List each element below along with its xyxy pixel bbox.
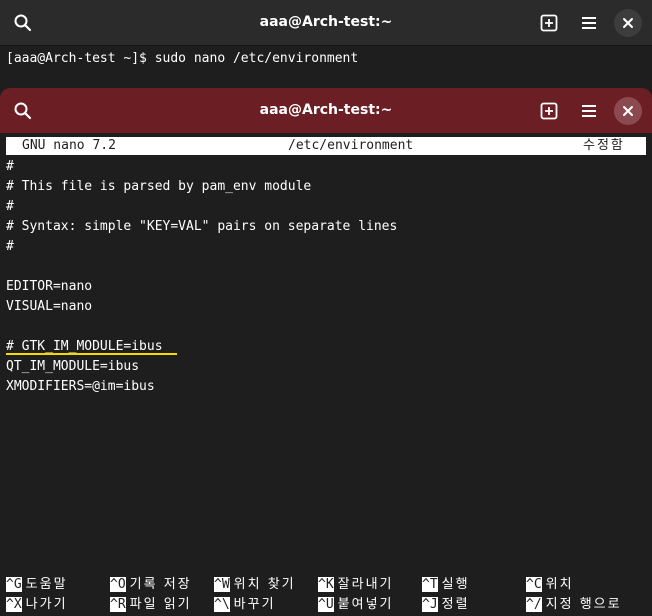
shortcut-help[interactable]: ^G 도움말 — [6, 575, 68, 595]
editor-line: # — [6, 239, 14, 254]
shortcut-key: ^W — [214, 577, 230, 592]
front-terminal-window: aaa@Arch-test:~ GNU nano 7.2 /etc/enviro… — [0, 88, 652, 616]
new-tab-button[interactable] — [534, 8, 564, 38]
hamburger-menu-icon — [582, 105, 596, 117]
editor-line: # Syntax: simple "KEY=VAL" pairs on sepa… — [6, 219, 398, 234]
shortcut-where-is[interactable]: ^W 위치 찾기 — [214, 575, 296, 595]
back-terminal-window: aaa@Arch-test:~ [aaa@Arch-test ~]$ sudo … — [0, 0, 652, 88]
editor-line: XMODIFIERS=@im=ibus — [6, 379, 155, 394]
close-icon — [623, 18, 633, 28]
shortcut-exit[interactable]: ^X 나가기 — [6, 595, 68, 615]
editor-line: QT_IM_MODULE=ibus — [6, 359, 140, 374]
shortcut-key: ^U — [318, 597, 334, 612]
shortcut-execute[interactable]: ^T 실행 — [422, 575, 470, 595]
shortcut-label: 정렬 — [441, 597, 470, 612]
shortcut-label: 위치 찾기 — [233, 577, 296, 592]
close-icon — [623, 106, 633, 116]
menu-button[interactable] — [574, 96, 604, 126]
new-tab-button[interactable] — [534, 96, 564, 126]
shortcut-label: 붙여넣기 — [337, 597, 394, 612]
shortcut-go-to-line[interactable]: ^/지정 행으로 — [526, 595, 622, 615]
shortcut-location[interactable]: ^C 위치 — [526, 575, 574, 595]
editor-content[interactable]: # # This file is parsed by pam_env modul… — [6, 157, 646, 397]
shortcut-read-file[interactable]: ^R 파일 읽기 — [110, 595, 192, 615]
shortcut-key: ^/ — [526, 597, 542, 612]
editor-line: EDITOR=nano — [6, 279, 93, 294]
shortcut-key: ^J — [422, 597, 438, 612]
shortcut-key: ^X — [6, 597, 22, 612]
editor-line: # — [6, 159, 14, 174]
new-tab-icon — [540, 102, 558, 120]
command-line: [aaa@Arch-test ~]$ sudo nano /etc/enviro… — [6, 51, 359, 66]
nano-modified-status: 수정함 — [583, 138, 625, 153]
shortcut-label: 지정 행으로 — [545, 597, 622, 612]
editor-line: # — [6, 199, 14, 214]
hamburger-menu-icon — [582, 17, 596, 29]
editor-line: # This file is parsed by pam_env module — [6, 179, 312, 194]
shortcut-label: 잘라내기 — [337, 577, 394, 592]
shortcut-key: ^G — [6, 577, 22, 592]
shortcut-label: 실행 — [441, 577, 470, 592]
shortcut-label: 도움말 — [25, 577, 68, 592]
shortcut-replace[interactable]: ^\ 바꾸기 — [214, 595, 276, 615]
shortcut-label: 바꾸기 — [233, 597, 276, 612]
shortcut-key: ^\ — [214, 597, 230, 612]
front-headerbar: aaa@Arch-test:~ — [0, 88, 652, 133]
shortcut-key: ^O — [110, 577, 126, 592]
editor-line: VISUAL=nano — [6, 299, 93, 314]
shortcut-justify[interactable]: ^J 정렬 — [422, 595, 470, 615]
shortcut-label: 기록 저장 — [129, 577, 192, 592]
shortcut-cut[interactable]: ^K 잘라내기 — [318, 575, 394, 595]
shortcut-paste[interactable]: ^U 붙여넣기 — [318, 595, 394, 615]
shortcut-key: ^K — [318, 577, 334, 592]
nano-title-bar: GNU nano 7.2 /etc/environment 수정함 — [6, 137, 646, 155]
menu-button[interactable] — [574, 8, 604, 38]
nano-shortcut-bar: ^G 도움말 ^O 기록 저장 ^W 위치 찾기 ^K 잘라내기 ^T 실행 ^C 위치 ^… — [6, 575, 652, 615]
nano-filename: /etc/environment — [288, 138, 414, 153]
shortcut-key: ^R — [110, 597, 126, 612]
highlight-underline — [6, 353, 177, 355]
shortcut-write-out[interactable]: ^O 기록 저장 — [110, 575, 192, 595]
shortcut-label: 파일 읽기 — [129, 597, 192, 612]
back-headerbar: aaa@Arch-test:~ — [0, 0, 652, 46]
shortcut-label: 위치 — [545, 577, 574, 592]
new-tab-icon — [540, 14, 558, 32]
shortcut-key: ^C — [526, 577, 542, 592]
close-button[interactable] — [614, 97, 642, 125]
shortcut-label: 나가기 — [25, 597, 68, 612]
shortcut-key: ^T — [422, 577, 438, 592]
nano-version: GNU nano 7.2 — [22, 138, 116, 153]
close-button[interactable] — [614, 9, 642, 37]
